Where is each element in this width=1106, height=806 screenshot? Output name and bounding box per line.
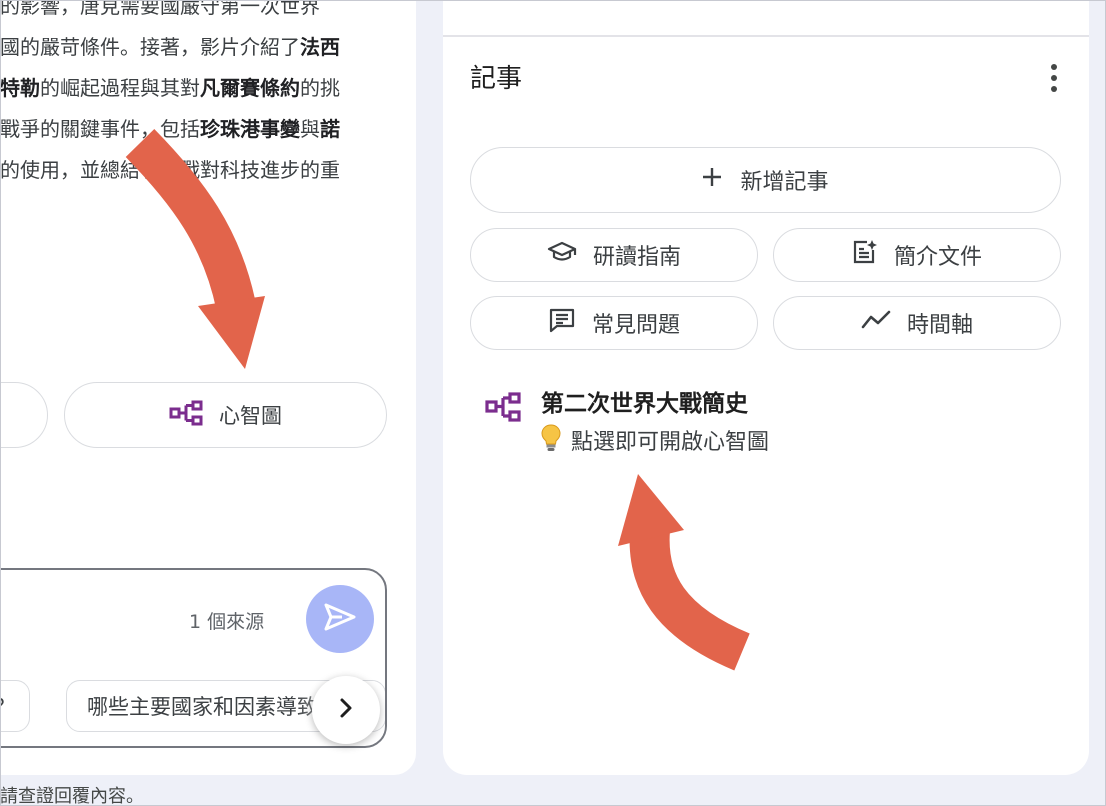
note-hint: 點選即可開啟心智圖	[541, 424, 769, 458]
summary-line-4: 的使用，並總結了二戰對科技進步的重	[0, 158, 340, 182]
trend-line-icon	[861, 309, 891, 337]
document-sparkle-icon	[852, 239, 878, 271]
summary-line-1: 國的嚴苛條件。接著，影片介紹了法西	[0, 27, 400, 68]
study-guide-label: 研讀指南	[592, 245, 681, 270]
disclaimer-text: 請查證回覆內容。	[0, 786, 144, 806]
plus-icon	[702, 167, 722, 193]
add-note-label: 新增記事	[740, 170, 829, 195]
summary-text-span: 國的嚴苛條件。接著，影片介紹了	[0, 35, 300, 59]
summary-line-0: 的影響，唐見需要國嚴守第一次世界	[0, 0, 320, 18]
summary-text: 的影響，唐見需要國嚴守第一次世界 國的嚴苛條件。接著，影片介紹了法西 特勒的崛起…	[0, 0, 400, 191]
summary-bold-span: 法西	[300, 35, 340, 59]
more-vert-icon	[1051, 86, 1057, 92]
graduation-cap-icon	[547, 240, 577, 270]
notes-panel-title: 記事	[470, 64, 523, 94]
summary-bold-span: 諾	[320, 117, 340, 141]
timeline-label: 時間軸	[906, 313, 973, 338]
audio-overview-button[interactable]	[0, 382, 48, 448]
suggested-question-text: 哪些主要國家和因素導致	[87, 695, 318, 719]
mindmap-button[interactable]: 心智圖	[64, 382, 387, 448]
mindmap-label: 心智圖	[219, 404, 282, 428]
light-bulb-icon	[541, 424, 561, 458]
chat-lines-icon	[548, 307, 576, 339]
summary-bold-span: 特勒	[0, 76, 40, 100]
chat-panel: 的影響，唐見需要國嚴守第一次世界 國的嚴苛條件。接著，影片介紹了法西 特勒的崛起…	[0, 0, 416, 775]
mindmap-icon	[485, 392, 521, 426]
summary-text-span: 的崛起過程與其對	[40, 76, 200, 100]
summary-text-span: 戰爭的關鍵事件，包括	[0, 117, 200, 141]
more-vert-icon	[1051, 64, 1057, 70]
note-title: 第二次世界大戰簡史	[541, 391, 748, 417]
summary-text-span: 的挑	[300, 76, 340, 100]
briefing-doc-button[interactable]: 簡介文件	[773, 228, 1061, 282]
divider	[443, 35, 1089, 37]
summary-line-2: 特勒的崛起過程與其對凡爾賽條約的挑	[0, 68, 400, 109]
next-suggestion-button[interactable]	[312, 676, 380, 744]
summary-line-3: 戰爭的關鍵事件，包括珍珠港事變與諾	[0, 109, 400, 150]
send-button[interactable]	[306, 585, 374, 653]
timeline-button[interactable]: 時間軸	[773, 296, 1061, 350]
note-item-mindmap[interactable]: 第二次世界大戰簡史 點選即可開啟心智圖	[483, 380, 1043, 460]
summary-text-span: 與	[300, 117, 320, 141]
source-count: 1 個來源	[189, 611, 265, 633]
chevron-right-icon	[338, 697, 354, 723]
notes-panel: 記事 新增記事 研讀指南 簡介文件 常見問題 時間軸 第二次世界大戰簡史 點選即…	[443, 0, 1089, 775]
summary-bold-span: 珍珠港事變	[200, 117, 300, 141]
note-hint-text: 點選即可開啟心智圖	[571, 430, 770, 455]
suggested-question-text: 么？	[0, 691, 15, 721]
add-note-button[interactable]: 新增記事	[470, 147, 1061, 213]
more-options-button[interactable]	[1039, 58, 1069, 98]
study-guide-button[interactable]: 研讀指南	[470, 228, 758, 282]
summary-bold-span: 凡爾賽條約	[200, 76, 300, 100]
send-icon	[324, 603, 356, 635]
faq-label: 常見問題	[591, 313, 680, 338]
more-vert-icon	[1051, 75, 1057, 81]
mindmap-icon	[169, 400, 203, 431]
briefing-doc-label: 簡介文件	[893, 245, 982, 270]
suggested-question-chip[interactable]: 么？	[0, 680, 30, 732]
faq-button[interactable]: 常見問題	[470, 296, 758, 350]
